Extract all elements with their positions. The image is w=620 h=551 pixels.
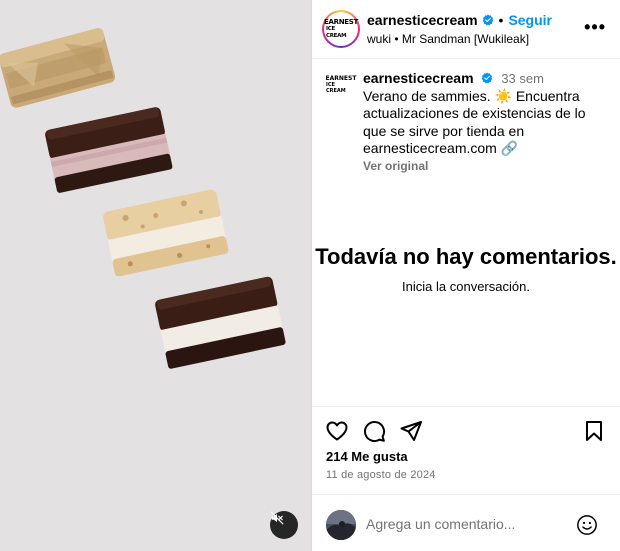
verified-badge-icon xyxy=(482,72,493,84)
story-ring-avatar[interactable]: EARNEST ICE CREAM xyxy=(322,10,360,48)
post-header: EARNEST ICE CREAM earnesticecream • Segu… xyxy=(312,0,620,59)
likes-count[interactable]: 214 Me gusta xyxy=(326,449,408,464)
post-date[interactable]: 11 de agosto de 2024 xyxy=(326,469,436,481)
separator-dot: • xyxy=(498,12,504,28)
see-original-link[interactable]: Ver original xyxy=(363,158,611,176)
caption-text: Verano de sammies. ☀️ Encuentra actualiz… xyxy=(363,87,586,157)
post-media[interactable] xyxy=(0,0,311,551)
wrapped-sandwich xyxy=(0,28,116,108)
post-actions xyxy=(312,406,620,407)
chocolate-pink-sandwich xyxy=(45,107,173,193)
bookmark-icon xyxy=(586,421,602,441)
post-details-panel: EARNEST ICE CREAM earnesticecream • Segu… xyxy=(312,0,620,551)
brand-logo: EARNEST ICE CREAM xyxy=(324,14,358,44)
emoji-icon xyxy=(577,515,597,535)
empty-comments: Todavía no hay comentarios. Inicia la co… xyxy=(312,243,620,294)
follow-button[interactable]: Seguir xyxy=(508,12,552,28)
ice-cream-sandwiches-image xyxy=(0,28,286,369)
comment-button[interactable] xyxy=(362,419,386,448)
more-options-button[interactable]: ••• xyxy=(584,18,606,36)
like-button[interactable] xyxy=(325,419,349,448)
save-button[interactable] xyxy=(582,419,606,448)
current-user-avatar[interactable] xyxy=(326,510,356,540)
verified-badge-icon xyxy=(482,14,493,26)
header-user-line: earnesticecream • Seguir xyxy=(367,12,552,28)
heart-icon xyxy=(326,421,348,441)
speaker-muted-icon xyxy=(270,511,284,525)
empty-comments-subtitle: Inicia la conversación. xyxy=(402,279,530,294)
mute-button[interactable] xyxy=(270,511,298,539)
chocolate-vanilla-sandwich xyxy=(155,276,286,369)
comment-icon xyxy=(364,421,386,443)
caption-timestamp[interactable]: 33 sem xyxy=(501,71,544,86)
audio-attribution[interactable]: wuki • Mr Sandman [Wukileak] xyxy=(367,32,529,46)
caption-avatar[interactable]: EARNEST ICE CREAM xyxy=(326,70,356,100)
header-username[interactable]: earnesticecream xyxy=(367,12,478,28)
cookie-cream-sandwich xyxy=(103,189,229,277)
comment-composer xyxy=(312,494,620,551)
share-button[interactable] xyxy=(399,419,423,448)
caption-body: earnesticecream 33 sem Verano de sammies… xyxy=(363,70,611,175)
emoji-button[interactable] xyxy=(576,514,598,541)
empty-comments-title: Todavía no hay comentarios. xyxy=(315,244,617,269)
avatar-photo xyxy=(326,510,356,540)
send-icon xyxy=(400,421,422,441)
caption-username[interactable]: earnesticecream xyxy=(363,70,474,86)
comment-input[interactable] xyxy=(366,513,566,535)
